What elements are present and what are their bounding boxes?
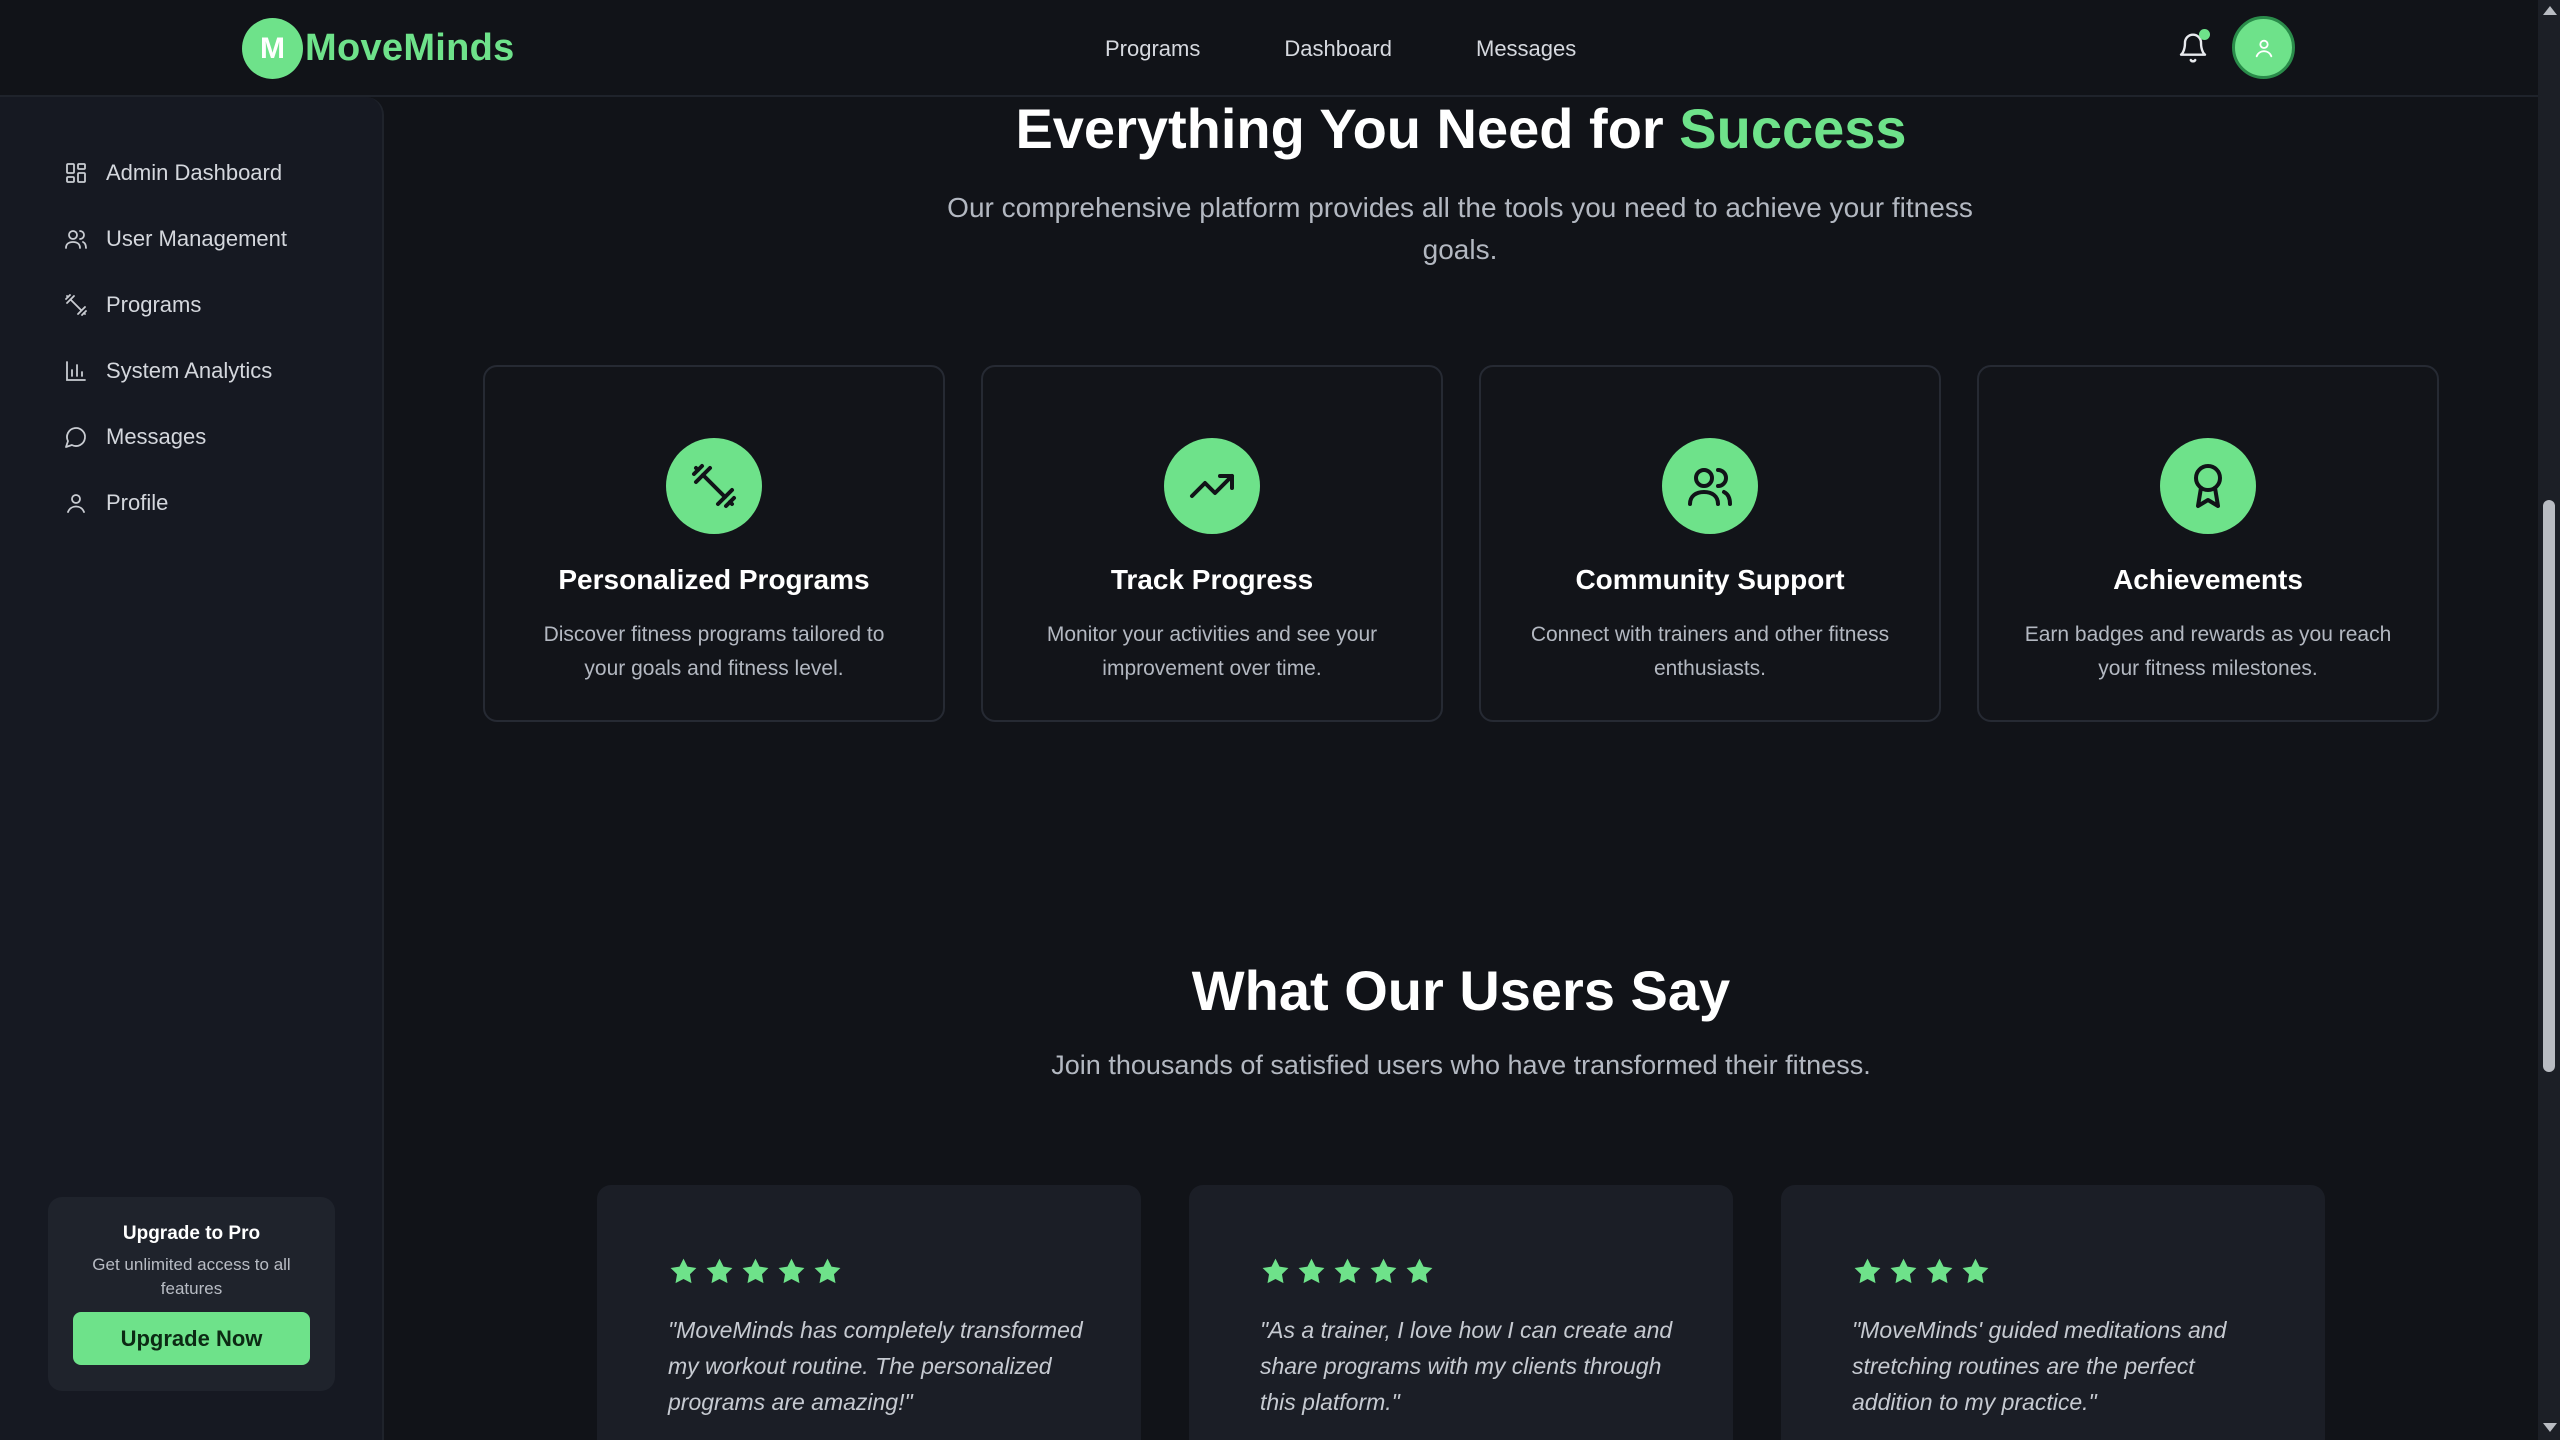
brand-logo[interactable]: M MoveMinds [242, 18, 515, 79]
users-icon [1688, 468, 1732, 506]
testimonial-card: "MoveMinds has completely transformed my… [597, 1185, 1141, 1440]
avatar[interactable] [2232, 16, 2295, 79]
user-icon [2255, 39, 2272, 57]
sidebar-item-profile[interactable]: Profile [64, 483, 168, 523]
feature-card-community-support: Community Support Connect with trainers … [1479, 365, 1941, 722]
feature-title: Personalized Programs [558, 564, 870, 595]
sidebar-item-label: User Management [106, 226, 287, 251]
trending-up-icon [1190, 474, 1234, 498]
testimonial-card: "As a trainer, I love how I can create a… [1189, 1185, 1733, 1440]
star-icon [1962, 1258, 1989, 1284]
feature-description: Discover fitness programs tailored to yo… [543, 623, 885, 680]
features-heading: Everything You Need for Success [384, 96, 2538, 161]
star-icon [1370, 1258, 1397, 1284]
users-icon [65, 230, 87, 249]
feature-icon-circle [2160, 438, 2256, 534]
star-icon [1334, 1258, 1361, 1284]
feature-description: Connect with trainers and other fitness … [1530, 623, 1890, 680]
scrollbar-thumb[interactable] [2543, 500, 2555, 1072]
testimonial-quote: "MoveMinds has completely transformed my… [668, 1317, 1083, 1415]
dumbbell-icon [692, 464, 736, 508]
sidebar-item-programs[interactable]: Programs [64, 285, 201, 325]
upgrade-title: Upgrade to Pro [122, 1223, 261, 1244]
award-icon [2194, 464, 2222, 508]
testimonials-heading: What Our Users Say [1191, 959, 1731, 1022]
feature-icon-circle [1164, 438, 1260, 534]
star-icon [742, 1258, 769, 1284]
main-nav: Programs Dashboard Messages [1105, 0, 1660, 97]
feature-title: Community Support [1575, 564, 1845, 595]
feature-title: Achievements [2113, 564, 2303, 595]
testimonial-quote: "As a trainer, I love how I can create a… [1260, 1317, 1673, 1415]
top-navbar: M MoveMinds Programs Dashboard Messages [0, 0, 2538, 97]
dumbbell-icon [65, 294, 87, 316]
star-icon [1262, 1258, 1289, 1284]
upgrade-description: Get unlimited access to all features [92, 1255, 291, 1298]
nav-link-dashboard[interactable]: Dashboard [1284, 36, 1392, 62]
star-rating [668, 1256, 848, 1287]
star-rating [1852, 1256, 1996, 1287]
star-icon [1406, 1258, 1433, 1284]
nav-link-programs[interactable]: Programs [1105, 36, 1200, 62]
feature-card-track-progress: Track Progress Monitor your activities a… [981, 365, 1443, 722]
scroll-up-arrow-icon[interactable] [2543, 6, 2557, 15]
notification-dot [2199, 29, 2210, 40]
scroll-down-arrow-icon[interactable] [2543, 1423, 2557, 1432]
star-rating [1260, 1256, 1440, 1287]
upgrade-card: Upgrade to Pro Get unlimited access to a… [48, 1197, 335, 1391]
feature-card-achievements: Achievements Earn badges and rewards as … [1977, 365, 2439, 722]
user-icon [67, 494, 85, 513]
sidebar-item-label: Programs [106, 292, 202, 317]
star-icon [1298, 1258, 1325, 1284]
testimonial-quote: "MoveMinds' guided meditations and stret… [1852, 1317, 2227, 1415]
features-heading-accent: Success [1679, 97, 1907, 160]
star-icon [778, 1258, 805, 1284]
star-icon [814, 1258, 841, 1284]
sidebar-item-user-management[interactable]: User Management [64, 219, 287, 259]
brand-badge: M [242, 18, 303, 79]
feature-card-personalized-programs: Personalized Programs Discover fitness p… [483, 365, 945, 722]
sidebar-item-messages[interactable]: Messages [64, 417, 206, 457]
feature-description: Earn badges and rewards as you reach you… [2024, 623, 2392, 680]
upgrade-now-button[interactable]: Upgrade Now [73, 1312, 310, 1365]
layout-grid-icon [66, 163, 86, 183]
testimonials-subheading: Join thousands of satisfied users who ha… [1051, 1050, 1871, 1080]
features-heading-prefix: Everything You Need for [1015, 97, 1680, 160]
star-icon [1854, 1258, 1881, 1284]
brand-name: MoveMinds [305, 27, 515, 69]
feature-icon-circle [666, 438, 762, 534]
sidebar-item-label: Profile [106, 490, 169, 515]
feature-title: Track Progress [1110, 564, 1314, 595]
bar-chart-icon [66, 361, 86, 381]
message-circle-icon [65, 427, 86, 448]
star-icon [1890, 1258, 1917, 1284]
star-icon [670, 1258, 697, 1284]
star-icon [1926, 1258, 1953, 1284]
sidebar-item-system-analytics[interactable]: System Analytics [64, 351, 272, 391]
sidebar-item-label: System Analytics [106, 358, 273, 383]
feature-icon-circle [1662, 438, 1758, 534]
sidebar-item-label: Admin Dashboard [106, 160, 283, 185]
feature-description: Monitor your activities and see your imp… [1046, 623, 1378, 680]
features-subheading: Our comprehensive platform provides all … [947, 192, 1973, 265]
sidebar-item-label: Messages [106, 424, 207, 449]
star-icon [706, 1258, 733, 1284]
testimonial-card: "MoveMinds' guided meditations and stret… [1781, 1185, 2325, 1440]
sidebar-item-admin-dashboard[interactable]: Admin Dashboard [64, 153, 282, 193]
nav-link-messages[interactable]: Messages [1476, 36, 1576, 62]
